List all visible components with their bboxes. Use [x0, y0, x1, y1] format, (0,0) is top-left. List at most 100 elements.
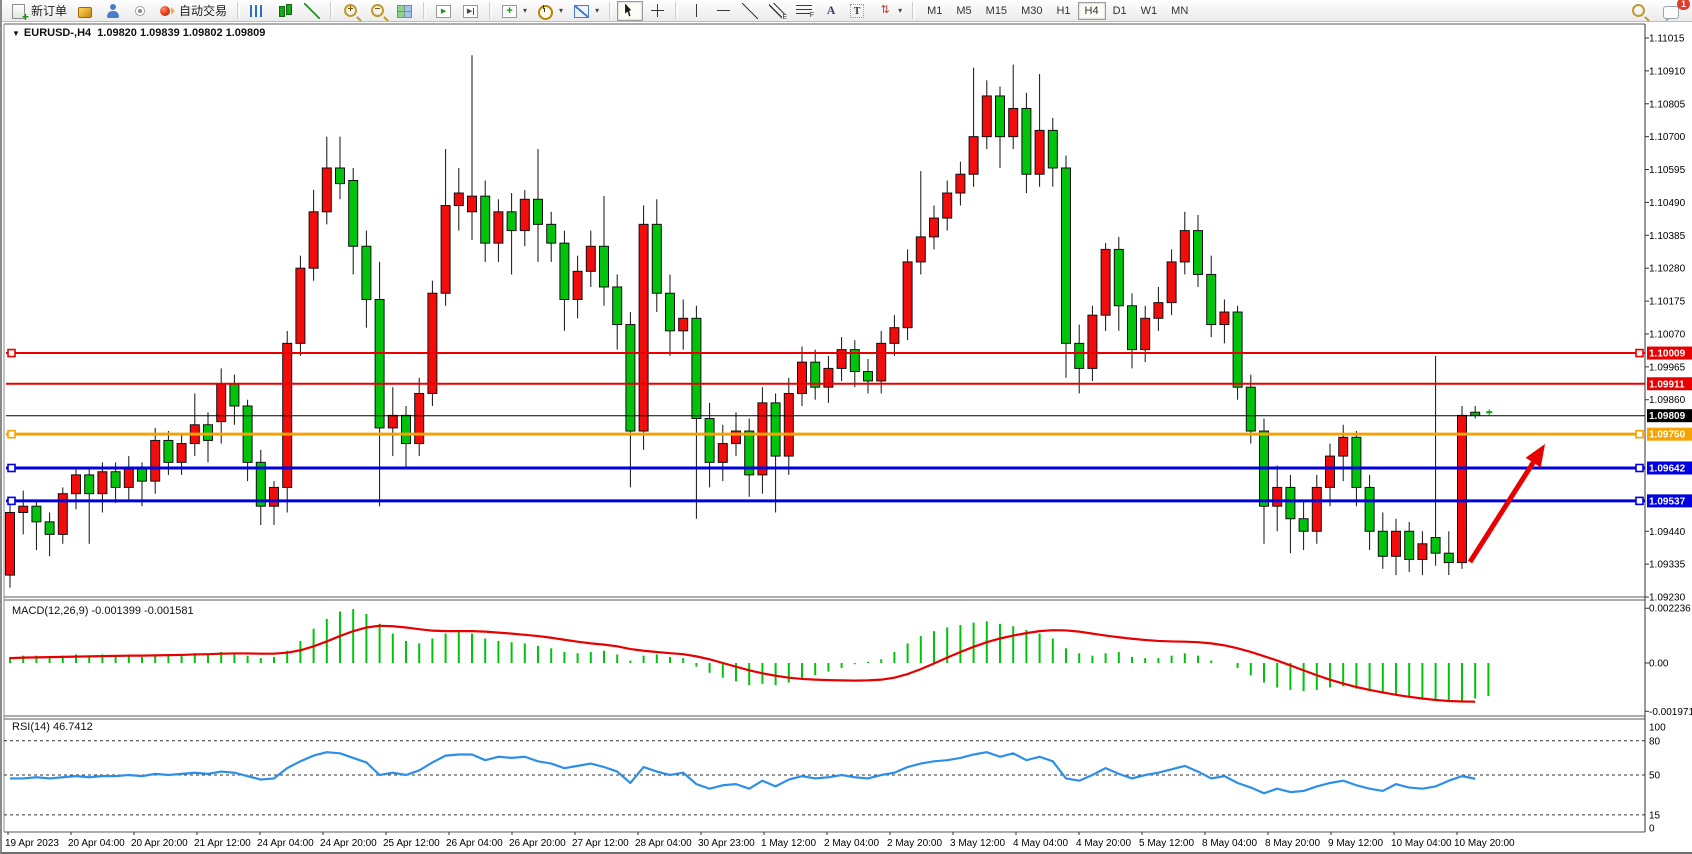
candlestick [1167, 262, 1176, 303]
price-tick-label: 1.10805 [1649, 99, 1686, 110]
candlestick [626, 325, 635, 431]
pivot-line-handle[interactable] [1636, 431, 1643, 438]
price-tick-label: 1.10490 [1649, 198, 1686, 209]
arrows-tool-button[interactable]: ⇅▾ [872, 1, 907, 21]
candlestick [402, 415, 411, 443]
chart-canvas[interactable]: 1.110151.109101.108051.107001.105951.104… [2, 0, 1692, 854]
label-tool-button[interactable]: T [845, 1, 871, 21]
templates-button[interactable]: ▾ [569, 1, 604, 21]
candlestick [982, 96, 991, 137]
candlestick [230, 384, 239, 406]
text-tool-button[interactable]: A [818, 1, 844, 21]
candlestick [547, 224, 556, 243]
timeframe-M1[interactable]: M1 [920, 2, 949, 20]
candlestick [1022, 108, 1031, 174]
time-axis-label: 28 Apr 04:00 [635, 838, 692, 849]
vertical-line-tool-button[interactable] [683, 1, 709, 21]
chart-profile-button[interactable] [73, 1, 99, 21]
chart-symbol-period: EURUSD-,H4 [24, 27, 91, 39]
candlestick [1365, 487, 1374, 531]
candlestick [639, 224, 648, 431]
candlestick [6, 512, 15, 575]
indicators-button[interactable]: ▾ [497, 1, 532, 21]
support-line-1-handle[interactable] [8, 464, 15, 471]
candlestick [1207, 274, 1216, 324]
bar-chart-button[interactable] [245, 1, 271, 21]
candlestick [138, 469, 147, 482]
candlestick [586, 246, 595, 271]
auto-scroll-icon [436, 5, 451, 18]
support-line-2-handle[interactable] [8, 497, 15, 504]
tile-windows-button[interactable] [392, 1, 418, 21]
candlestick [1062, 168, 1071, 343]
horizontal-line-tool-button[interactable] [710, 1, 736, 21]
candlestick [1392, 531, 1401, 556]
accounts-button[interactable] [100, 1, 126, 21]
line-chart-button[interactable] [299, 1, 325, 21]
resistance-line-1-price-label: 1.10009 [1649, 349, 1686, 360]
crosshair-tool-button[interactable] [644, 1, 670, 21]
candlestick [270, 487, 279, 506]
resistance-line-1-handle[interactable] [1636, 350, 1643, 357]
price-tick-label: 1.10175 [1649, 297, 1686, 308]
crosshair-icon [649, 3, 665, 19]
auto-trading-label: 自动交易 [179, 2, 227, 19]
pivot-line-handle[interactable] [8, 431, 15, 438]
macd-scale-label: 0.002236 [1649, 604, 1691, 615]
rsi-scale-label: 80 [1649, 736, 1661, 747]
timeframe-MN[interactable]: MN [1164, 2, 1195, 20]
price-tick-label: 1.10070 [1649, 329, 1686, 340]
chevron-down-icon: ▾ [898, 6, 902, 15]
timeframe-M5[interactable]: M5 [949, 2, 978, 20]
bid-price-line-price-label: 1.09809 [1649, 411, 1686, 422]
timeframe-H1[interactable]: H1 [1049, 2, 1077, 20]
timeframe-H4[interactable]: H4 [1078, 2, 1106, 20]
periods-button[interactable]: ▾ [533, 1, 568, 21]
channel-tool-button[interactable]: E [764, 1, 790, 21]
candlestick [415, 393, 424, 443]
auto-scroll-button[interactable] [431, 1, 457, 21]
auto-trading-button[interactable]: 自动交易 [154, 1, 232, 21]
candlestick [996, 96, 1005, 137]
chart-shift-button[interactable] [458, 1, 484, 21]
vertical-line-icon [688, 3, 704, 19]
timeframe-W1[interactable]: W1 [1134, 2, 1165, 20]
candlestick [798, 362, 807, 393]
candlestick [362, 246, 371, 299]
symbol-dropdown-icon[interactable]: ▼ [12, 29, 20, 38]
notification-badge: 1 [1677, 0, 1690, 10]
candlestick-chart-button[interactable] [272, 1, 298, 21]
candlestick [336, 168, 345, 184]
timeframe-D1[interactable]: D1 [1106, 2, 1134, 20]
candlestick [1075, 343, 1084, 368]
candlestick [560, 243, 569, 299]
timeframe-M15[interactable]: M15 [979, 2, 1014, 20]
zoom-out-button[interactable]: − [365, 1, 391, 21]
equidistant-channel-icon: E [769, 3, 785, 19]
candlestick [1458, 415, 1467, 562]
search-button[interactable] [1626, 1, 1652, 21]
candlestick [1246, 387, 1255, 431]
timeframe-M30[interactable]: M30 [1014, 2, 1049, 20]
signals-button[interactable] [127, 1, 153, 21]
candlestick [1471, 412, 1480, 415]
candlestick [613, 287, 622, 325]
chevron-down-icon: ▾ [595, 6, 599, 15]
new-order-button[interactable]: 新订单 [6, 1, 72, 21]
fibonacci-tool-button[interactable]: F [791, 1, 817, 21]
candlestick [1233, 312, 1242, 387]
candlestick [32, 506, 41, 522]
support-line-1-handle[interactable] [1636, 464, 1643, 471]
resistance-line-1-handle[interactable] [8, 350, 15, 357]
trendline-tool-button[interactable] [737, 1, 763, 21]
zoom-in-button[interactable]: + [338, 1, 364, 21]
price-tick-label: 1.10595 [1649, 165, 1686, 176]
support-line-2-handle[interactable] [1636, 497, 1643, 504]
rsi-scale-label: 50 [1649, 771, 1661, 782]
candlestick [520, 199, 529, 230]
notifications-button[interactable]: 1 [1658, 1, 1684, 21]
cursor-tool-button[interactable] [617, 1, 643, 21]
horizontal-line-icon [715, 3, 731, 19]
support-line-1-price-label: 1.09642 [1649, 463, 1686, 474]
candlestick [507, 212, 516, 231]
